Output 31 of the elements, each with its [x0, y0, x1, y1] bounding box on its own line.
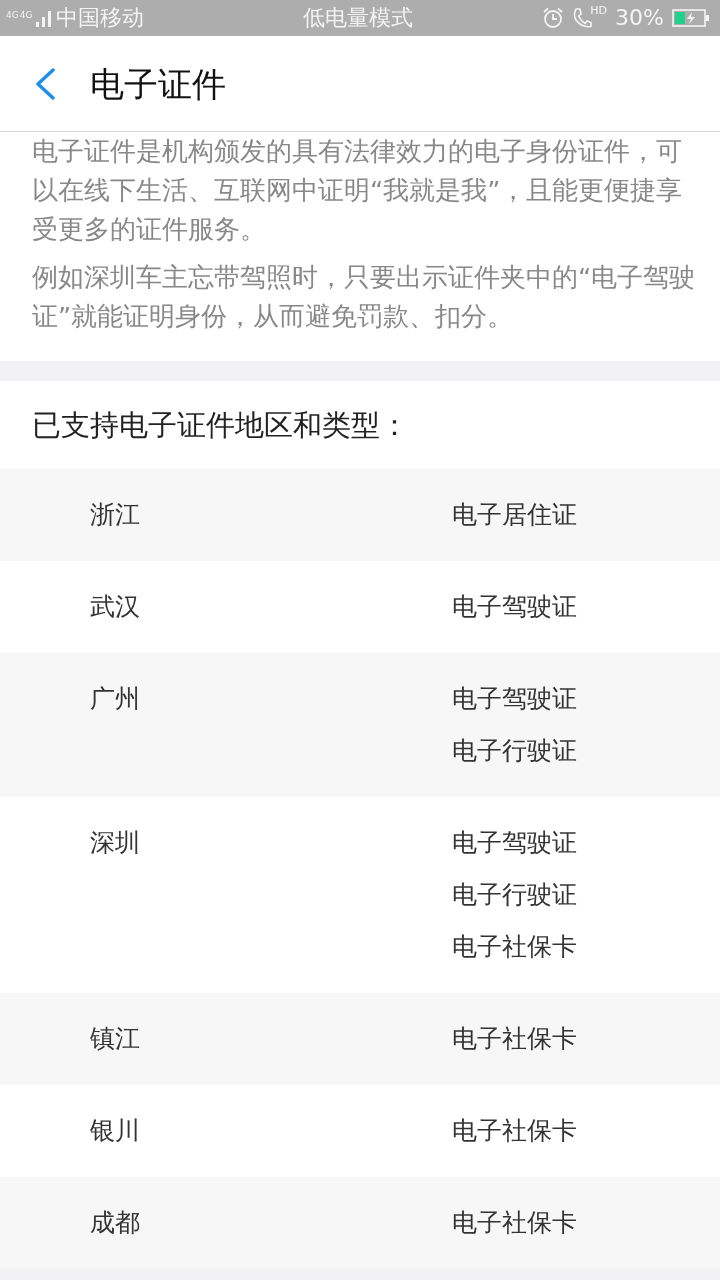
network-type-label: 4G — [19, 10, 33, 20]
page-title: 电子证件 — [90, 63, 226, 104]
region-cell-text: 成都 — [90, 1207, 141, 1239]
region-cell-text: 镇江 — [90, 1023, 141, 1055]
phone-icon — [572, 7, 593, 29]
type-cell-text: 电子居住证 — [452, 499, 577, 531]
alarm-clock-icon — [542, 7, 565, 29]
type-cell-text: 电子社保卡 — [452, 1023, 577, 1055]
type-cell-text: 电子行驶证 — [452, 879, 577, 911]
intro-paragraph: 例如深圳车主忘带驾照时，只要出示证件夹中的“电子驾驶证”就能证明身份，从而避免罚款、扣分。 — [32, 261, 697, 333]
region-cell-text: 深圳 — [90, 827, 141, 859]
hd-label: HD — [590, 5, 608, 17]
region-cell-text: 广州 — [90, 683, 141, 715]
region-cell-text: 武汉 — [90, 591, 141, 623]
carrier-name: 中国移动 — [56, 5, 145, 31]
region-cell-text: 银川 — [90, 1115, 141, 1147]
network-type-label: 4G — [6, 10, 19, 20]
back-icon — [34, 67, 56, 100]
type-cell-text: 电子驾驶证 — [452, 591, 577, 623]
type-cell-text: 电子驾驶证 — [452, 683, 577, 715]
type-cell-text: 电子驾驶证 — [452, 827, 577, 859]
type-cell-text: 电子行驶证 — [452, 735, 577, 767]
intro-paragraph: 电子证件是机构颁发的具有法律效力的电子身份证件，可以在线下生活、互联网中证明“我就是我”，且能更便捷享受更多的证件服务。 — [32, 135, 684, 246]
section-title: 已支持电子证件地区和类型： — [32, 407, 409, 443]
type-cell-text: 电子社保卡 — [452, 1115, 577, 1147]
region-cell-text: 浙江 — [90, 499, 141, 531]
type-cell-text: 电子社保卡 — [452, 931, 577, 963]
battery-percent: 30% — [615, 5, 664, 31]
signal-icon — [36, 9, 53, 27]
type-cell-text: 电子社保卡 — [452, 1207, 577, 1239]
power-mode-label: 低电量模式 — [303, 5, 413, 31]
